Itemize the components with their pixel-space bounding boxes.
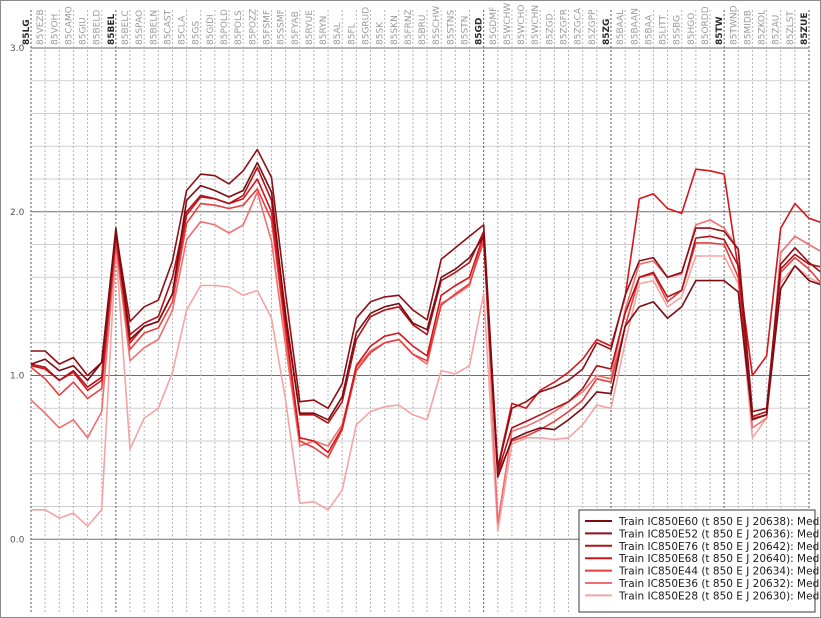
station-label: 85GS	[192, 21, 202, 45]
legend-entry: Train IC850E44 (t 850 E J 20634): Median	[618, 566, 820, 578]
station-label: 85ZG	[602, 19, 612, 45]
y-tick-label: 3.0	[10, 44, 25, 54]
station-label: 85MIDB	[743, 10, 753, 45]
station-label: 85ZGD	[545, 13, 555, 45]
y-tick-label: 1.0	[10, 372, 25, 382]
station-label: 85LITT	[659, 15, 669, 45]
y-axis-ticks: 0.0 1.0 2.0 3.0	[10, 44, 25, 545]
station-label: 85ZGPP	[588, 9, 598, 45]
station-label: 85GIU	[79, 17, 89, 45]
station-label: 85SKN	[390, 15, 400, 45]
legend-entry: Train IC850E52 (t 850 E J 20636): Median	[618, 528, 820, 540]
station-label: 85SPAO	[135, 10, 145, 45]
y-tick-label: 0.0	[10, 535, 25, 545]
station-label: 85FL	[347, 23, 357, 45]
station-label: 85WCHO	[517, 5, 527, 46]
station-label: 85CAST	[163, 9, 173, 45]
chart-frame: 85LG 85VEZB 85VOH 85CAMO 85GIU 85BELD 85BEL 85B…	[0, 0, 821, 618]
station-label: 85SCHW	[432, 6, 442, 45]
station-label: 85BELD	[93, 10, 103, 45]
station-label: 85BRU	[418, 15, 428, 45]
station-label: 85POLD	[220, 9, 230, 45]
station-label: 85BAAL	[616, 10, 626, 45]
station-label: 85ZUE	[800, 12, 810, 45]
legend-entry: Train IC850E60 (t 850 E J 20638): Median	[618, 516, 820, 528]
series-line	[30, 166, 820, 474]
station-label: 85GD	[475, 18, 485, 45]
station-label: 85FSMF	[262, 10, 272, 45]
station-label: 85RYUE	[305, 10, 315, 45]
station-label: 85SK	[376, 21, 386, 45]
station-label: 85ZAU	[772, 15, 782, 45]
series-line	[31, 148, 820, 470]
station-label: 85BEL	[107, 13, 117, 45]
station-label: 85BAA	[644, 14, 654, 45]
station-label: 85LG	[22, 19, 32, 45]
station-label: 85GIDI	[206, 14, 216, 45]
station-label: 85STN	[461, 16, 471, 45]
station-label: 85POLS	[234, 10, 244, 45]
legend-entry: Train IC850E76 (t 850 E J 20642): Median	[618, 541, 820, 553]
series-line	[31, 247, 820, 532]
station-label: 85POZZ	[248, 9, 258, 45]
station-label: 85GDMF	[489, 7, 499, 45]
line-chart: 85LG 85VEZB 85VOH 85CAMO 85GIU 85BELD 85BEL 85B…	[10, 3, 820, 613]
station-label: 85ZGCA	[574, 7, 584, 45]
station-label: 85CAMO	[64, 6, 74, 45]
station-label: 85BAAN	[630, 8, 640, 45]
station-label: 85RYN	[319, 16, 329, 45]
series-line	[30, 191, 820, 524]
station-label: 85CLA	[178, 15, 188, 45]
station-label: 85ZGFR	[560, 9, 570, 45]
station-label: 85VOH	[50, 14, 60, 45]
station-label: 85STNS	[446, 10, 456, 45]
station-label: 85BELC	[121, 10, 131, 45]
station-label: 85WCHN	[531, 5, 541, 45]
station-label: 85BELN	[149, 10, 159, 45]
station-label: 85HGO	[687, 13, 697, 45]
legend-entry: Train IC850E36 (t 850 E J 20632): Median	[618, 578, 820, 590]
station-label: 85TWND	[729, 5, 739, 45]
station-label: 85TW	[715, 16, 725, 45]
station-label: 85ORDD	[701, 6, 711, 45]
station-label: 85FRNZ	[404, 9, 414, 45]
station-labels: 85LG 85VEZB 85VOH 85CAMO 85GIU 85BELD 85BEL 85B…	[22, 3, 810, 45]
station-label: 85GRUD	[361, 7, 371, 45]
station-label: 85AL	[333, 22, 343, 45]
series-line	[30, 188, 820, 475]
station-label: 85SSMF	[277, 9, 287, 45]
station-label: 85FYAB	[291, 11, 301, 45]
station-label: 85SBG	[673, 15, 683, 45]
legend-entry: Train IC850E68 (t 850 E J 20640): Median	[618, 553, 820, 565]
legend-entry: Train IC850E28 (t 850 E J 20630): Median	[618, 590, 820, 602]
station-label: 85ZLST	[786, 11, 796, 45]
y-tick-label: 2.0	[10, 208, 25, 218]
station-label: 85VEZB	[36, 9, 46, 45]
station-label: 85ZKOL	[758, 10, 768, 45]
legend: Train IC850E60 (t 850 E J 20638): Median…	[578, 509, 820, 613]
station-label: 85WCHW	[503, 3, 513, 45]
